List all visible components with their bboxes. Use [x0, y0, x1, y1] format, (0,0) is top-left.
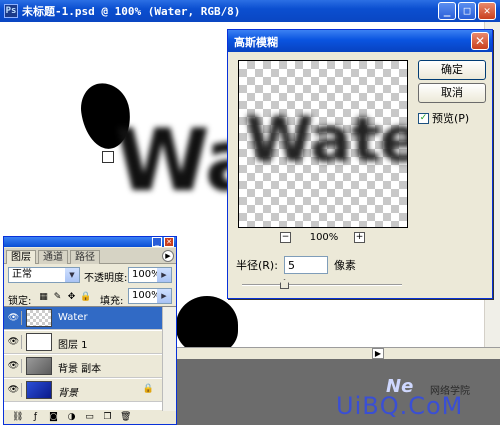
- document-titlebar[interactable]: Ps 未标题-1.psd @ 100% (Water, RGB/8) _ □ ✕: [0, 0, 500, 22]
- chevron-down-icon: ▼: [65, 268, 79, 282]
- watermark-text: UiBQ.CoM: [336, 392, 464, 420]
- layer-name: 背景 副本: [58, 364, 102, 375]
- blend-mode-select[interactable]: 正常 ▼: [8, 267, 80, 283]
- zoom-in-button[interactable]: +: [354, 232, 365, 243]
- eye-icon[interactable]: 👁: [6, 335, 22, 349]
- tab-paths[interactable]: 路径: [70, 250, 100, 264]
- black-shape: [176, 296, 238, 354]
- eye-icon[interactable]: 👁: [6, 359, 22, 373]
- layer-thumbnail: [26, 381, 52, 399]
- dialog-titlebar[interactable]: 高斯模糊: [228, 30, 492, 52]
- panel-close-icon[interactable]: ✕: [164, 237, 174, 247]
- fx-icon[interactable]: ƒ: [30, 412, 41, 423]
- layer-row-background-copy[interactable]: 👁 背景 副本: [4, 355, 162, 378]
- tab-channels[interactable]: 通道: [38, 250, 68, 264]
- cancel-button[interactable]: 取消: [418, 83, 486, 103]
- lock-move-icon[interactable]: ✥: [66, 292, 77, 303]
- layer-row-layer1[interactable]: 👁 图层 1: [4, 331, 162, 354]
- layers-panel-tabs: 图层 通道 路径 ▶: [4, 248, 176, 264]
- photoshop-icon: Ps: [4, 4, 18, 18]
- radius-unit: 像素: [333, 259, 356, 272]
- layer-row-water[interactable]: 👁 Water: [4, 307, 162, 330]
- radius-label: 半径(R):: [236, 259, 278, 272]
- preview-label: 预览(P): [432, 112, 470, 125]
- gaussian-blur-dialog: 高斯模糊 ✕ Wate − 100% + 确定 取消 ✓ 预览(P) 半径(R)…: [227, 29, 493, 299]
- panel-menu-icon[interactable]: ▶: [162, 250, 174, 262]
- layer-list: 👁 Water 👁 图层 1 👁 背景 副本 👁 背景 🔒: [4, 306, 176, 411]
- fill-label: 填充:: [100, 296, 124, 307]
- preview-zoom-controls: − 100% +: [280, 232, 366, 246]
- dialog-close-button[interactable]: ✕: [471, 32, 489, 50]
- opacity-input[interactable]: 100% ▶: [128, 267, 172, 283]
- zoom-level: 100%: [309, 232, 339, 243]
- chevron-right-icon: ▶: [157, 289, 171, 303]
- radius-slider-track[interactable]: [242, 284, 402, 286]
- chevron-right-icon: ▶: [157, 268, 171, 282]
- preview-text: Wate: [245, 103, 408, 176]
- lock-options: ▦ ✎ ✥ 🔒: [38, 292, 91, 303]
- panel-minimize-icon[interactable]: _: [152, 237, 162, 247]
- adjustment-icon[interactable]: ◑: [66, 412, 77, 423]
- tab-layers[interactable]: 图层: [6, 250, 36, 264]
- ok-button[interactable]: 确定: [418, 60, 486, 80]
- layers-panel-titlebar[interactable]: _ ✕: [4, 237, 176, 247]
- layer-name: 图层 1: [58, 340, 88, 351]
- layer-thumbnail: [26, 309, 52, 327]
- horizontal-scrollbar[interactable]: ▶: [174, 347, 500, 359]
- trash-icon[interactable]: 🗑: [120, 412, 131, 423]
- lock-brush-icon[interactable]: ✎: [52, 292, 63, 303]
- layer-thumbnail: [26, 333, 52, 351]
- radius-row: 半径(R): 像素: [236, 256, 356, 274]
- zoom-out-button[interactable]: −: [280, 232, 291, 243]
- mask-icon[interactable]: ◙: [48, 412, 59, 423]
- layer-name: 背景: [58, 388, 78, 399]
- close-button[interactable]: ✕: [478, 2, 496, 20]
- opacity-label: 不透明度:: [84, 273, 128, 284]
- blur-preview[interactable]: Wate: [238, 60, 408, 228]
- eye-icon[interactable]: 👁: [6, 383, 22, 397]
- new-layer-icon[interactable]: ❐: [102, 412, 113, 423]
- layer-name: Water: [58, 312, 88, 323]
- lock-icon: 🔒: [142, 384, 154, 394]
- preview-checkbox-row[interactable]: ✓ 预览(P): [418, 110, 469, 126]
- layer-row-background[interactable]: 👁 背景 🔒: [4, 379, 162, 402]
- lock-all-icon[interactable]: 🔒: [80, 292, 91, 303]
- layers-panel: _ ✕ 图层 通道 路径 ▶ 正常 ▼ 不透明度: 100% ▶ 锁定: ▦ ✎…: [3, 236, 177, 425]
- layer-list-scrollbar[interactable]: [162, 307, 176, 411]
- scroll-right-arrow-icon[interactable]: ▶: [372, 348, 384, 359]
- folder-icon[interactable]: ▭: [84, 412, 95, 423]
- dialog-title: 高斯模糊: [234, 36, 278, 49]
- lock-label: 锁定:: [8, 296, 32, 307]
- eye-icon[interactable]: 👁: [6, 311, 22, 325]
- blend-mode-value: 正常: [12, 269, 32, 280]
- fill-input[interactable]: 100% ▶: [128, 288, 172, 304]
- preview-checkbox[interactable]: ✓: [418, 112, 429, 124]
- minimize-button[interactable]: _: [438, 2, 456, 20]
- layers-panel-footer: ⛓ ƒ ◙ ◑ ▭ ❐ 🗑: [4, 410, 176, 424]
- transform-handle[interactable]: [102, 151, 114, 163]
- lock-transparency-icon[interactable]: ▦: [38, 292, 49, 303]
- document-title: 未标题-1.psd @ 100% (Water, RGB/8): [22, 5, 241, 18]
- radius-input[interactable]: [283, 256, 328, 274]
- radius-slider-thumb[interactable]: [280, 279, 289, 289]
- maximize-button[interactable]: □: [458, 2, 476, 20]
- layer-thumbnail: [26, 357, 52, 375]
- link-icon[interactable]: ⛓: [12, 412, 23, 423]
